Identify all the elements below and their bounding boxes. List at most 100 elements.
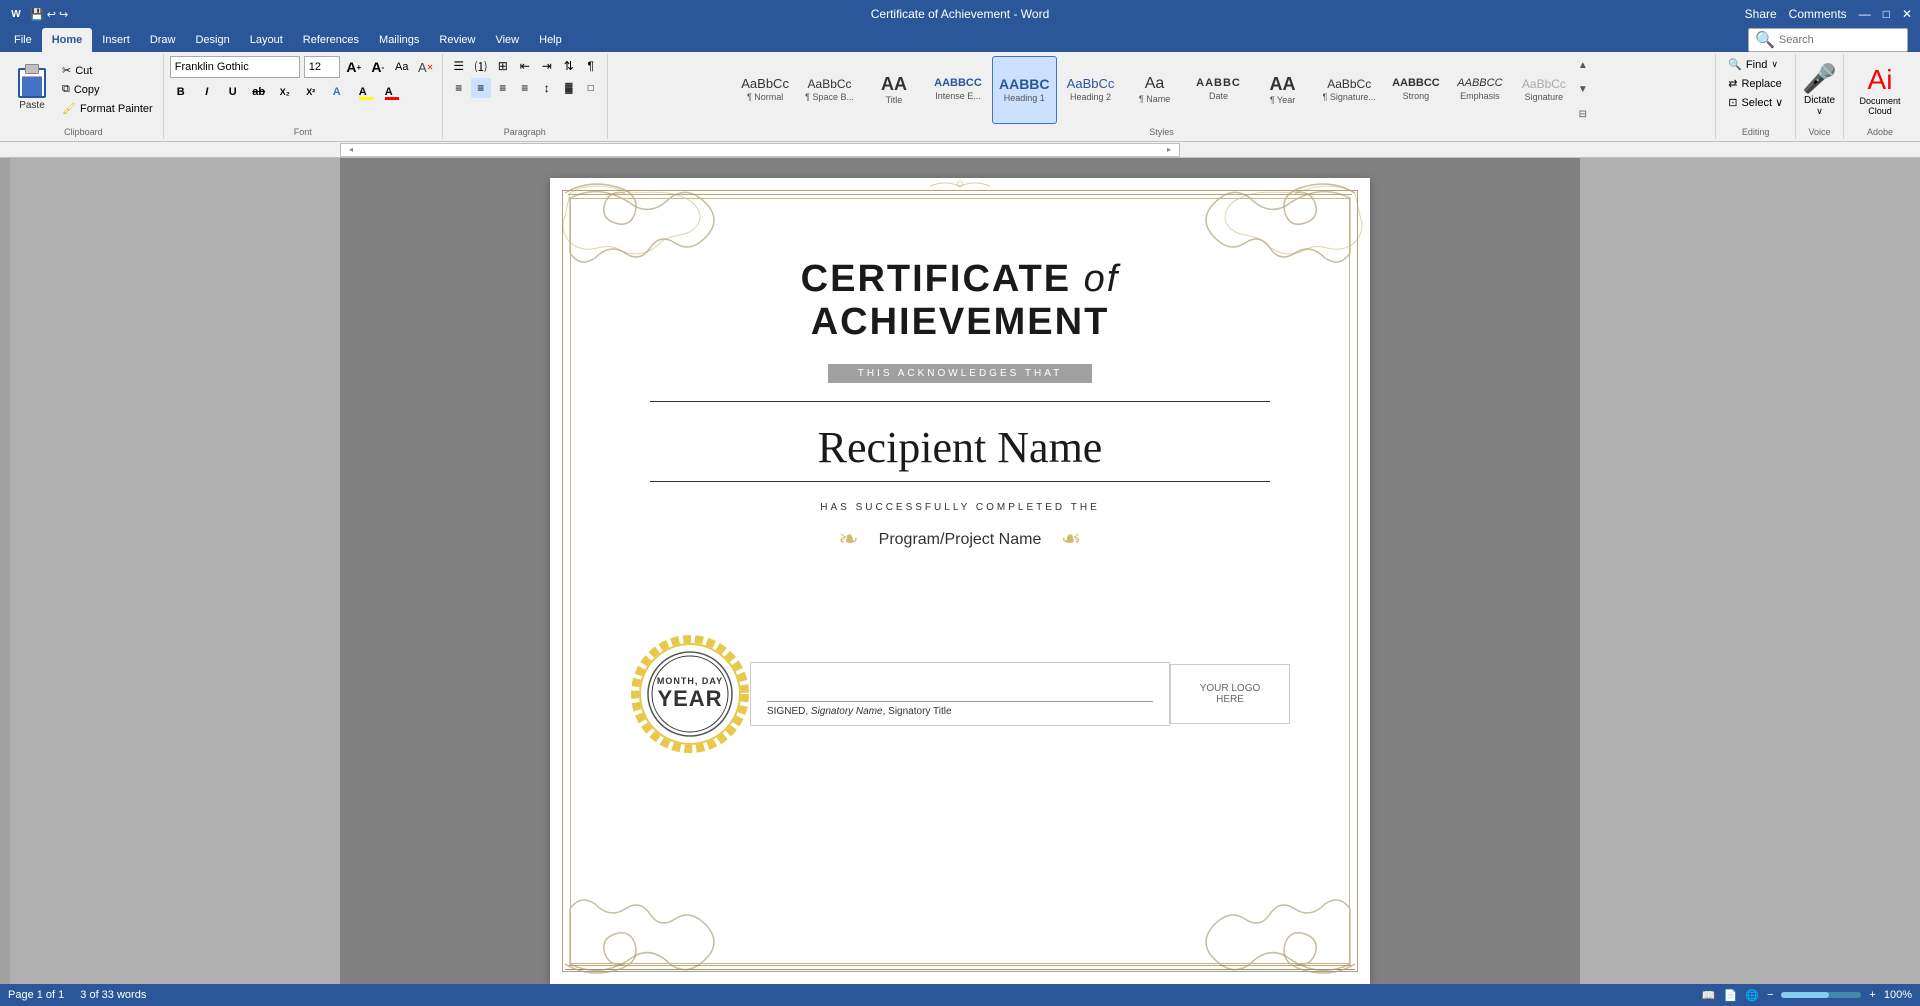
format-painter-label: Format Painter	[80, 103, 153, 115]
format-painter-button[interactable]: 🖌 Format Painter	[58, 100, 157, 117]
change-case-button[interactable]: Aa	[392, 57, 412, 77]
tab-review[interactable]: Review	[429, 28, 485, 52]
font-size-input[interactable]	[304, 56, 340, 78]
style-em-label: Emphasis	[1460, 91, 1500, 101]
tab-file[interactable]: File	[4, 28, 42, 52]
multilevel-button[interactable]: ⊞	[493, 56, 513, 76]
numbering-button[interactable]: ⑴	[471, 56, 491, 76]
tab-draw[interactable]: Draw	[140, 28, 186, 52]
dictate-button[interactable]: 🎤 Dictate ∨	[1802, 62, 1837, 117]
style-strong-preview: AABBCC	[1392, 78, 1440, 89]
comments-btn[interactable]: Comments	[1789, 7, 1847, 21]
zoom-in-icon[interactable]: +	[1869, 989, 1875, 1001]
search-box[interactable]: 🔍	[1748, 28, 1908, 52]
italic-button[interactable]: I	[196, 81, 218, 103]
font-color-button[interactable]: A	[378, 81, 400, 103]
align-right-button[interactable]: ≡	[493, 78, 513, 98]
editing-label: Editing	[1742, 127, 1770, 137]
style-heading1[interactable]: AABBC Heading 1	[992, 56, 1057, 124]
subscript-button[interactable]: X₂	[274, 81, 296, 103]
underline-button[interactable]: U	[222, 81, 244, 103]
voice-label: Voice	[1809, 127, 1831, 137]
cert-title-part1: CERTIFICATE	[801, 258, 1084, 300]
tab-design[interactable]: Design	[185, 28, 239, 52]
tab-home[interactable]: Home	[42, 28, 93, 52]
font-name-input[interactable]	[170, 56, 300, 78]
style-em-preview: AABBCC	[1457, 78, 1502, 89]
style-normal[interactable]: AaBbCc ¶ Normal	[735, 56, 795, 124]
tab-view[interactable]: View	[485, 28, 529, 52]
tab-references[interactable]: References	[293, 28, 369, 52]
ribbon: Paste ✂ Cut ⧉ Copy 🖌 Format Painter Clip…	[0, 52, 1920, 142]
tab-help[interactable]: Help	[529, 28, 572, 52]
word-icon: W	[8, 6, 24, 22]
superscript-button[interactable]: X²	[300, 81, 322, 103]
cut-button[interactable]: ✂ Cut	[58, 62, 157, 79]
document-page: CERTIFICATE of ACHIEVEMENT THIS ACKNOWLE…	[550, 178, 1370, 984]
share-btn[interactable]: Share	[1745, 7, 1777, 21]
align-center-button[interactable]: ≡	[471, 78, 491, 98]
style-signature[interactable]: AaBbCc ¶ Signature...	[1317, 56, 1382, 124]
cut-label: Cut	[75, 65, 92, 77]
style-intense-e[interactable]: AABBCC Intense E...	[928, 56, 988, 124]
text-effects-button[interactable]: A	[326, 81, 348, 103]
tab-insert[interactable]: Insert	[92, 28, 140, 52]
highlight-button[interactable]: A	[352, 81, 374, 103]
strikethrough-button[interactable]: ab	[248, 81, 270, 103]
style-year[interactable]: AA ¶ Year	[1253, 56, 1313, 124]
replace-label: Replace	[1741, 78, 1781, 90]
paste-button[interactable]: Paste	[10, 56, 54, 123]
view-read-icon[interactable]: 📖	[1702, 989, 1716, 1002]
cert-title-italic: of	[1084, 258, 1120, 300]
style-intense-preview: AABBCC	[934, 78, 982, 89]
font-shrink-button[interactable]: A-	[368, 57, 388, 77]
line-spacing-button[interactable]: ↕	[537, 78, 557, 98]
tab-mailings[interactable]: Mailings	[369, 28, 429, 52]
view-web-icon[interactable]: 🌐	[1745, 989, 1759, 1002]
format-painter-icon: 🖌	[62, 102, 76, 115]
close-btn[interactable]: ✕	[1902, 7, 1912, 21]
style-space-before[interactable]: AaBbCc ¶ Space B...	[799, 56, 860, 124]
pilcrow-button[interactable]: ¶	[581, 56, 601, 76]
zoom-out-icon[interactable]: −	[1767, 989, 1773, 1001]
select-button[interactable]: ⊡ Select ∨	[1722, 94, 1789, 111]
sig-label: SIGNED, Signatory Name, Signatory Title	[767, 706, 1153, 717]
align-left-button[interactable]: ≡	[449, 78, 469, 98]
style-title-label: Title	[886, 95, 903, 105]
borders-button[interactable]: □	[581, 78, 601, 98]
style-emphasis[interactable]: AABBCC Emphasis	[1450, 56, 1510, 124]
justify-button[interactable]: ≡	[515, 78, 535, 98]
adobe-button[interactable]: Ai Document Cloud	[1850, 64, 1910, 116]
bullets-button[interactable]: ☰	[449, 56, 469, 76]
zoom-slider[interactable]	[1781, 992, 1861, 998]
font-label: Font	[294, 127, 312, 137]
styles-scroll-up[interactable]: ▲	[1578, 60, 1588, 71]
style-date[interactable]: AABBC Date	[1189, 56, 1249, 124]
shading-button[interactable]: ▓	[559, 78, 579, 98]
ruler-marker-right: ▸	[1167, 145, 1171, 154]
style-heading2[interactable]: AaBbCc Heading 2	[1061, 56, 1121, 124]
search-input[interactable]	[1779, 34, 1899, 46]
font-grow-button[interactable]: A+	[344, 57, 364, 77]
find-button[interactable]: 🔍 Find ∨	[1722, 56, 1784, 73]
cert-signature-area: SIGNED, Signatory Name, Signatory Title	[750, 662, 1170, 726]
styles-expand[interactable]: ⊟	[1578, 109, 1588, 120]
style-sig2[interactable]: AaBbCc Signature	[1514, 56, 1574, 124]
minimize-btn[interactable]: —	[1859, 7, 1871, 21]
style-name[interactable]: Aa ¶ Name	[1125, 56, 1185, 124]
bold-button[interactable]: B	[170, 81, 192, 103]
styles-scroll[interactable]: ▲ ▼ ⊟	[1578, 56, 1588, 124]
style-title[interactable]: AA Title	[864, 56, 924, 124]
style-strong-label: Strong	[1403, 91, 1430, 101]
styles-scroll-down[interactable]: ▼	[1578, 84, 1588, 95]
clear-formatting-button[interactable]: A✕	[416, 57, 436, 77]
copy-button[interactable]: ⧉ Copy	[58, 81, 157, 98]
view-print-icon[interactable]: 📄	[1724, 989, 1738, 1002]
sort-button[interactable]: ⇅	[559, 56, 579, 76]
tab-layout[interactable]: Layout	[240, 28, 293, 52]
indent-decrease-button[interactable]: ⇤	[515, 56, 535, 76]
replace-button[interactable]: ⇄ Replace	[1722, 75, 1788, 92]
indent-increase-button[interactable]: ⇥	[537, 56, 557, 76]
style-strong[interactable]: AABBCC Strong	[1386, 56, 1446, 124]
maximize-btn[interactable]: □	[1883, 7, 1890, 21]
